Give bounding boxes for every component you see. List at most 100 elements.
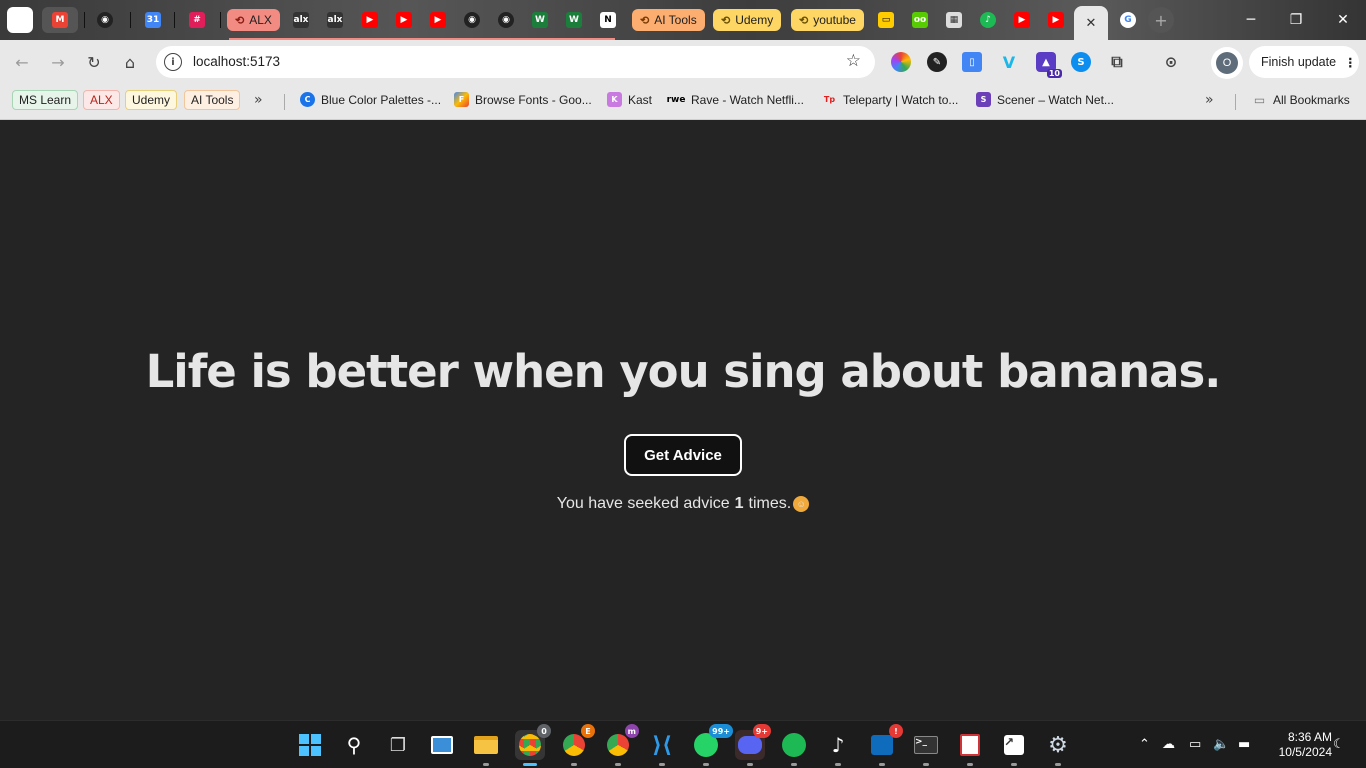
windows-taskbar: ⚲ ❐ 0 E m ⟩⟨ 99+ 9+ ♪ ! >_ ↗ ⚙ ⌃ ☁ ▭ 🔈 ▬… — [0, 720, 1366, 768]
display-icon[interactable]: ▭ — [1189, 737, 1201, 752]
alx-icon: alx — [327, 12, 343, 28]
bookmark-folder-ms-learn[interactable]: MS Learn — [12, 90, 79, 110]
tab-alx-1[interactable]: alx — [286, 7, 316, 33]
outlook-icon[interactable]: ! — [867, 724, 903, 766]
bookmarks-overflow-chevron-icon[interactable]: » — [254, 92, 263, 108]
bookmark-browse-fonts[interactable]: F Browse Fonts - Goo... — [454, 92, 592, 107]
vscode-icon[interactable]: ⟩⟨ — [647, 730, 677, 766]
start-button[interactable] — [295, 730, 325, 760]
tab-active-localhost[interactable]: ✕ — [1074, 6, 1108, 40]
back-button[interactable]: ← — [10, 50, 34, 74]
tab-google[interactable]: G — [1114, 7, 1142, 33]
youtube-icon: ▶ — [362, 12, 378, 28]
shazam-extension-icon[interactable]: S — [1071, 52, 1091, 72]
kast-icon: K — [607, 92, 622, 107]
bookmark-teleparty[interactable]: Tp Teleparty | Watch to... — [822, 92, 958, 107]
tab-gmail[interactable]: M — [42, 7, 78, 33]
forward-button[interactable]: → — [46, 50, 70, 74]
tab-w-1[interactable]: W — [526, 7, 554, 33]
finish-update-button[interactable]: Finish update ⋮ — [1249, 46, 1359, 78]
snipping-tool-icon[interactable] — [955, 730, 985, 766]
tab-group-alx[interactable]: ⟲ ALX — [227, 9, 280, 31]
close-window-button[interactable]: ✕ — [1333, 10, 1353, 30]
tab-slack[interactable]: # — [182, 7, 212, 33]
address-bar[interactable]: i localhost:5173 ☆ — [156, 46, 875, 78]
profile-button[interactable]: O — [1211, 47, 1243, 79]
bookmark-rave[interactable]: rwe Rave - Watch Netfli... — [667, 92, 804, 107]
clock-time: 8:36 AM — [1287, 730, 1332, 744]
home-button[interactable]: ⌂ — [118, 50, 142, 74]
tab-group-ai-tools[interactable]: ⟲ AI Tools — [632, 9, 705, 31]
tab-generic[interactable]: ▦ — [940, 7, 968, 33]
tab-mtn[interactable]: ▭ — [872, 7, 900, 33]
bookmarks-more-chevron-icon[interactable]: » — [1205, 92, 1214, 108]
whatsapp-icon[interactable]: 99+ — [691, 724, 733, 766]
chart-app-icon[interactable]: ↗ — [999, 730, 1029, 766]
search-icon[interactable]: ⚲ — [339, 730, 369, 760]
volume-icon[interactable]: 🔈 — [1213, 737, 1229, 752]
chrome-taskbar-icon-3[interactable]: m — [603, 724, 639, 766]
bookmark-star-icon[interactable]: ☆ — [846, 51, 861, 71]
tab-notion[interactable]: N — [594, 7, 622, 33]
tab-youtube-3[interactable]: ▶ — [424, 7, 452, 33]
vimeo-extension-icon[interactable]: V — [999, 52, 1019, 72]
bookmark-folder-alx[interactable]: ALX — [83, 90, 120, 110]
file-explorer-icon[interactable] — [471, 730, 501, 766]
spotify-icon[interactable] — [779, 730, 809, 766]
task-view-icon[interactable]: ❐ — [383, 730, 413, 760]
group-link-icon: ⟲ — [235, 14, 245, 27]
chrome-taskbar-icon-2[interactable]: E — [559, 724, 595, 766]
tab-w-2[interactable]: W — [560, 7, 588, 33]
docs-extension-icon[interactable]: ▯ — [962, 52, 982, 72]
minimize-button[interactable]: ─ — [1241, 10, 1261, 30]
bookmark-scener[interactable]: S Scener – Watch Net... — [976, 92, 1114, 107]
get-advice-button[interactable]: Get Advice — [624, 434, 742, 476]
tab-github[interactable]: ◉ — [90, 7, 120, 33]
chrome-taskbar-icon-1[interactable]: 0 — [515, 724, 551, 766]
bookmark-folder-ai-tools[interactable]: AI Tools — [184, 90, 241, 110]
address-url[interactable]: localhost:5173 — [193, 54, 280, 69]
tab-group-youtube[interactable]: ⟲ youtube — [791, 9, 864, 31]
tab-duolingo[interactable]: oo — [906, 7, 934, 33]
windows-logo-icon — [299, 734, 321, 756]
tab-youtube-1[interactable]: ▶ — [356, 7, 384, 33]
color-picker-extension-icon[interactable] — [891, 52, 911, 72]
screenshot-icon[interactable]: ⊙ — [1161, 52, 1181, 72]
tab-github-3[interactable]: ◉ — [492, 7, 520, 33]
compass-extension-icon[interactable]: ✎ — [927, 52, 947, 72]
tab-github-2[interactable]: ◉ — [458, 7, 486, 33]
new-tab-button[interactable]: + — [1148, 7, 1174, 33]
tab-search-button[interactable] — [6, 7, 34, 33]
notifications-moon-icon[interactable]: ☾ — [1333, 737, 1345, 752]
taskbar-badge: m — [624, 724, 639, 738]
bookmark-kast[interactable]: K Kast — [607, 92, 652, 107]
tab-calendar[interactable]: 31 — [138, 7, 168, 33]
tab-group-udemy[interactable]: ⟲ Udemy — [713, 9, 782, 31]
settings-gear-icon[interactable]: ⚙ — [1043, 730, 1073, 766]
group-link-icon: ⟲ — [721, 14, 731, 27]
close-tab-icon[interactable]: ✕ — [1086, 16, 1097, 31]
tab-alx-2[interactable]: alx — [320, 7, 350, 33]
tab-green-1[interactable]: ♪ — [974, 7, 1002, 33]
tab-youtube-5[interactable]: ▶ — [1042, 7, 1070, 33]
all-bookmarks-label: All Bookmarks — [1273, 92, 1350, 107]
widgets-icon[interactable] — [427, 730, 457, 760]
discord-icon[interactable]: 9+ — [735, 724, 771, 766]
reload-button[interactable]: ↻ — [82, 50, 106, 74]
tiktok-icon[interactable]: ♪ — [823, 730, 853, 766]
all-bookmarks-button[interactable]: ▭ All Bookmarks — [1252, 92, 1350, 107]
tab-youtube-4[interactable]: ▶ — [1008, 7, 1036, 33]
battery-icon[interactable]: ▬ — [1238, 737, 1250, 752]
tab-youtube-2[interactable]: ▶ — [390, 7, 418, 33]
grad-cap-extension-icon[interactable]: ▲ 10 — [1036, 52, 1062, 78]
extensions-puzzle-icon[interactable]: ⧉ — [1107, 52, 1127, 72]
github-icon: ◉ — [498, 12, 514, 28]
site-info-icon[interactable]: i — [164, 53, 182, 71]
terminal-icon[interactable]: >_ — [911, 730, 941, 766]
onedrive-icon[interactable]: ☁ — [1162, 737, 1175, 752]
system-clock[interactable]: 8:36 AM 10/5/2024 — [1262, 730, 1332, 760]
bookmark-blue-color-palettes[interactable]: C Blue Color Palettes -... — [300, 92, 441, 107]
bookmark-folder-udemy[interactable]: Udemy — [125, 90, 178, 110]
restore-button[interactable]: ❐ — [1286, 10, 1306, 30]
show-hidden-icons-chevron-icon[interactable]: ⌃ — [1139, 737, 1150, 752]
